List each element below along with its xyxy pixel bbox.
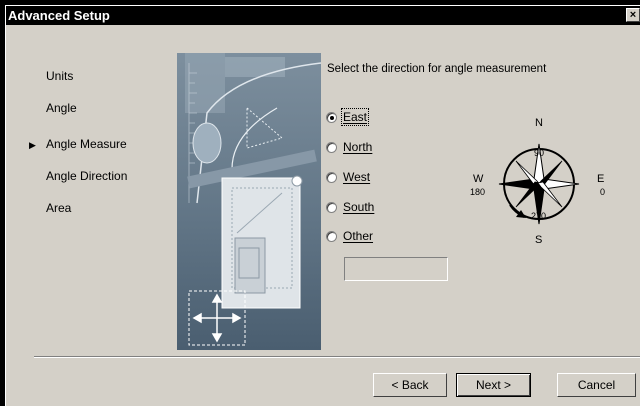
current-step-arrow-icon: ▶ — [29, 140, 36, 150]
back-button[interactable]: < Back — [373, 373, 447, 397]
window-title: Advanced Setup — [8, 8, 110, 23]
radio-west-label[interactable]: West — [343, 170, 370, 184]
compass-deg-90: 90 — [534, 148, 544, 158]
radio-north[interactable]: North — [326, 139, 372, 155]
radio-south-indicator[interactable] — [326, 201, 337, 213]
step-units: Units — [46, 69, 74, 83]
compass-deg-0: 0 — [600, 187, 605, 197]
compass-e: E — [597, 173, 604, 185]
radio-north-label[interactable]: North — [343, 140, 372, 154]
compass-rose-icon: N S E W 90 270 0 180 — [470, 117, 605, 246]
compass-deg-180: 180 — [470, 187, 485, 197]
radio-other-indicator[interactable] — [326, 230, 337, 242]
step-area: Area — [46, 201, 72, 215]
compass-deg-270: 270 — [531, 211, 546, 221]
drafting-illustration — [177, 53, 321, 350]
title-bar: Advanced Setup × — [6, 6, 640, 25]
compass-w: W — [473, 173, 484, 185]
step-angle: Angle — [46, 101, 77, 115]
other-angle-input[interactable] — [344, 257, 448, 281]
compass-n: N — [535, 117, 543, 129]
radio-west-indicator[interactable] — [326, 171, 337, 183]
compass-s: S — [535, 234, 542, 246]
radio-other-label[interactable]: Other — [343, 229, 373, 243]
cancel-button[interactable]: Cancel — [557, 373, 636, 397]
step-angle-direction: Angle Direction — [46, 169, 128, 183]
radio-east-label[interactable]: East — [340, 108, 370, 126]
separator — [34, 356, 640, 358]
radio-south[interactable]: South — [326, 199, 374, 215]
radio-east[interactable]: East — [326, 108, 370, 126]
radio-west[interactable]: West — [326, 169, 370, 185]
radio-north-indicator[interactable] — [326, 141, 337, 153]
next-button[interactable]: Next > — [456, 373, 531, 397]
prompt-text: Select the direction for angle measureme… — [327, 63, 547, 75]
advanced-setup-dialog: Advanced Setup × Units Angle ▶ Angle Mea… — [5, 5, 640, 406]
radio-other[interactable]: Other — [326, 228, 373, 244]
radio-east-indicator[interactable] — [326, 111, 337, 123]
step-angle-measure: Angle Measure — [46, 137, 127, 151]
close-button[interactable]: × — [626, 8, 640, 22]
radio-south-label[interactable]: South — [343, 200, 374, 214]
